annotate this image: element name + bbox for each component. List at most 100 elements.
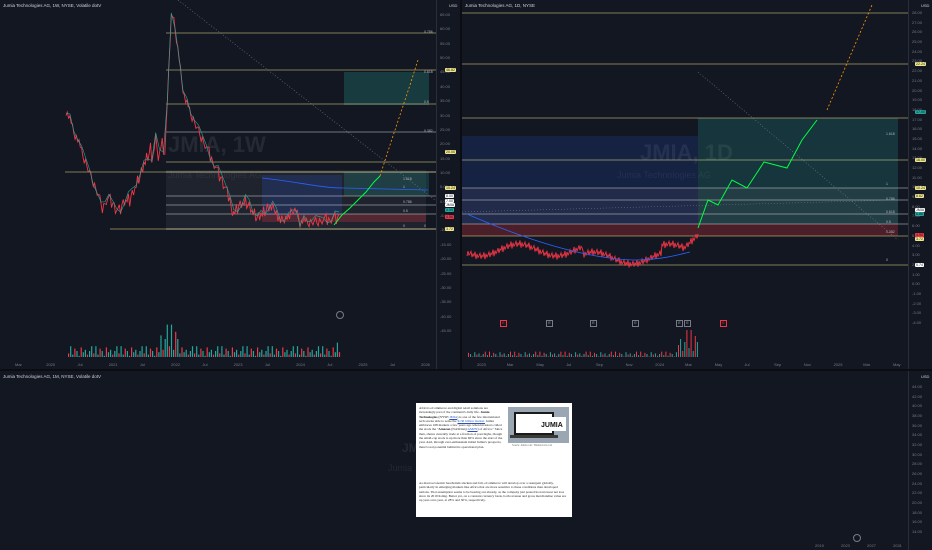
monthly-time-axis[interactable]: 2019 2023 2027 2031 xyxy=(800,543,908,550)
volume-bar xyxy=(139,351,141,357)
y-tick-label: 24.00 xyxy=(912,48,923,54)
weekly-time-axis[interactable]: Mar 2020 Jul 2021 Jul 2022 Jul 2023 Jul 2024 Jul 20… xyxy=(0,362,436,369)
volume-bar xyxy=(686,330,688,357)
volume-bar xyxy=(682,351,684,357)
x-tick-label: May xyxy=(536,362,544,367)
currency-label: USD xyxy=(449,3,458,8)
volume-bar xyxy=(229,355,231,357)
volume-bar xyxy=(116,346,118,357)
y-tick-label: 11.00 xyxy=(912,174,922,180)
y-tick-label: 22.00 xyxy=(912,490,923,496)
x-tick-label: May xyxy=(893,362,901,367)
earnings-marker[interactable]: E xyxy=(590,320,597,327)
y-tick-label: -2.00 xyxy=(912,300,922,306)
volume-bar xyxy=(95,346,97,357)
weekly-price-axis[interactable]: USD 65.0060.0055.0050.0045.0040.0035.003… xyxy=(436,0,460,369)
volume-bar xyxy=(292,346,294,357)
volume-bar xyxy=(280,355,282,357)
volume-bar xyxy=(217,346,219,357)
volume-bar xyxy=(330,355,332,357)
volume-bar xyxy=(610,351,612,357)
green-target-zone xyxy=(344,72,429,105)
volume-bar xyxy=(558,354,560,357)
y-tick-label: 40.00 xyxy=(440,83,451,89)
x-tick-label: 2022 xyxy=(171,362,181,367)
x-tick-label: Jul xyxy=(77,362,83,367)
y-tick-label: 1.00 xyxy=(912,271,920,277)
volume-bar xyxy=(606,355,608,357)
volume-bar xyxy=(472,356,474,357)
volume-bar xyxy=(615,351,616,357)
volume-bar xyxy=(259,352,261,357)
x-tick-label: 2021 xyxy=(108,362,118,367)
y-tick-label: 20.00 xyxy=(912,87,923,93)
volume-bar xyxy=(696,342,698,357)
y-tick-label: 22.00 xyxy=(912,68,923,74)
volume-bar xyxy=(652,354,654,357)
fib-level-label: 0 xyxy=(403,224,405,228)
fib-level-label: 1 xyxy=(403,185,405,189)
volume-bar xyxy=(202,351,204,357)
y-tick-label: 18.00 xyxy=(912,509,923,515)
x-tick-label: Jul xyxy=(202,362,208,367)
earnings-marker[interactable]: E xyxy=(720,320,727,327)
volume-bar xyxy=(332,347,334,357)
volume-bar xyxy=(543,352,545,357)
y-tick-label: 25.00 xyxy=(440,126,451,132)
daily-chart-pane[interactable]: Jumia Technologies AG, 1D, NYSE JMIA, 1D… xyxy=(462,0,932,369)
volume-bar xyxy=(215,351,217,357)
volume-bar xyxy=(644,352,646,357)
price-tag: 0.74 xyxy=(915,263,924,267)
volume-bar xyxy=(200,348,202,357)
y-tick-label: 30.00 xyxy=(440,112,451,118)
volume-bar xyxy=(629,353,631,357)
price-tag: 17.00 xyxy=(915,110,926,114)
volume-bar xyxy=(579,353,581,357)
volume-bar xyxy=(680,339,682,357)
scroll-to-realtime-button[interactable] xyxy=(853,534,861,542)
volume-bar xyxy=(322,346,324,357)
daily-time-axis[interactable]: 2023 Mar May Jul Sep Nov 2024 Mar May Jul Sep Nov 20… xyxy=(462,362,908,369)
earnings-marker[interactable]: E xyxy=(632,320,639,327)
volume-bar xyxy=(581,355,583,357)
volume-bar xyxy=(143,353,145,357)
y-tick-label: 15.00 xyxy=(912,135,923,141)
volume-bar xyxy=(478,353,480,357)
volume-bar xyxy=(286,349,288,357)
volume-bar xyxy=(219,353,221,357)
volume-bar xyxy=(522,356,524,357)
currency-label: USD xyxy=(921,3,930,8)
volume-bar xyxy=(89,351,91,357)
volume-bar xyxy=(654,353,656,357)
volume-bar xyxy=(170,324,173,357)
x-tick-label: Mar xyxy=(685,362,692,367)
article-image: JUMIA xyxy=(508,407,569,443)
earnings-marker[interactable]: E xyxy=(676,320,683,327)
scroll-to-realtime-button[interactable] xyxy=(336,311,344,319)
y-tick-label: -35.00 xyxy=(440,299,452,305)
volume-bar xyxy=(296,346,299,357)
volume-bar xyxy=(187,354,189,357)
volume-bar xyxy=(223,354,225,357)
earnings-marker[interactable]: E xyxy=(500,320,507,327)
volume-bar xyxy=(692,351,694,357)
fib-level-label: 0.382 xyxy=(886,230,895,234)
earnings-marker[interactable]: E xyxy=(546,320,553,327)
monthly-price-axis[interactable]: USD 44.00 42.00 40.00 38.00 36.00 34.00 32.00 3… xyxy=(908,371,932,550)
daily-price-plot[interactable] xyxy=(462,0,908,369)
weekly-chart-pane[interactable]: Jumia Technologies AG, 1W, NYSE, Volatil… xyxy=(0,0,460,369)
x-tick-label: Mar xyxy=(506,362,514,367)
y-tick-label: 38.00 xyxy=(912,413,923,418)
fib-level-label: 0.5 xyxy=(886,220,891,224)
volume-bar xyxy=(194,353,196,357)
earnings-marker[interactable]: E xyxy=(684,320,691,327)
volume-bar xyxy=(301,348,303,357)
y-tick-label: 4.00 xyxy=(912,242,920,248)
y-tick-label: 3.00 xyxy=(912,252,920,258)
daily-price-axis[interactable]: USD 28.00 27.00 26.00 25.00 24.00 23.00 22.00 2… xyxy=(908,0,932,369)
volume-bar xyxy=(227,351,229,357)
volume-bar xyxy=(675,352,677,357)
fib-level-label: 0.786 xyxy=(424,30,433,34)
weekly-price-plot[interactable] xyxy=(0,0,436,369)
jumia-logo: JUMIA xyxy=(541,422,563,429)
